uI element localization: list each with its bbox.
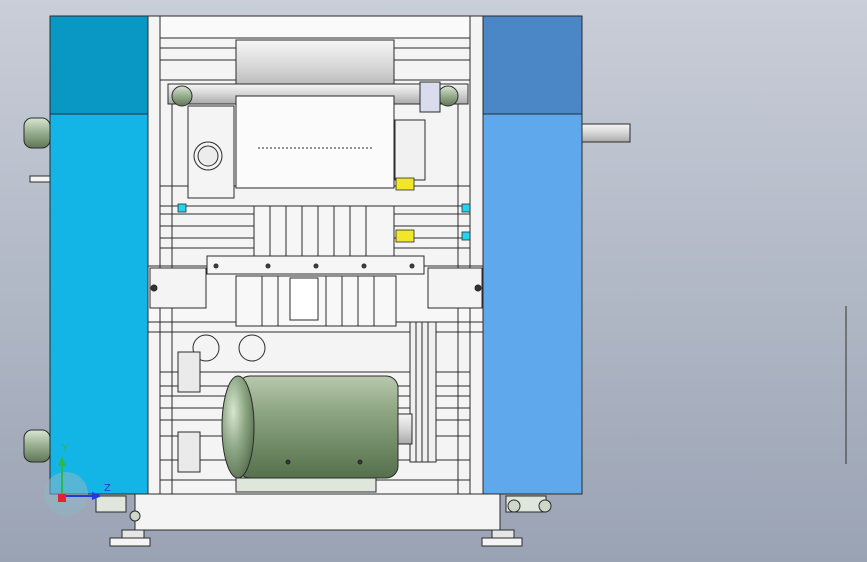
cad-viewport[interactable]: Y Z (0, 0, 867, 562)
triad-y-label: Y (62, 443, 69, 454)
drive-motor (221, 375, 413, 493)
triad-z-label: Z (104, 483, 111, 494)
left-side-panel (49, 15, 149, 495)
right-side-panel (482, 15, 583, 495)
cad-model-view (0, 0, 867, 562)
triad-origin (58, 494, 66, 502)
